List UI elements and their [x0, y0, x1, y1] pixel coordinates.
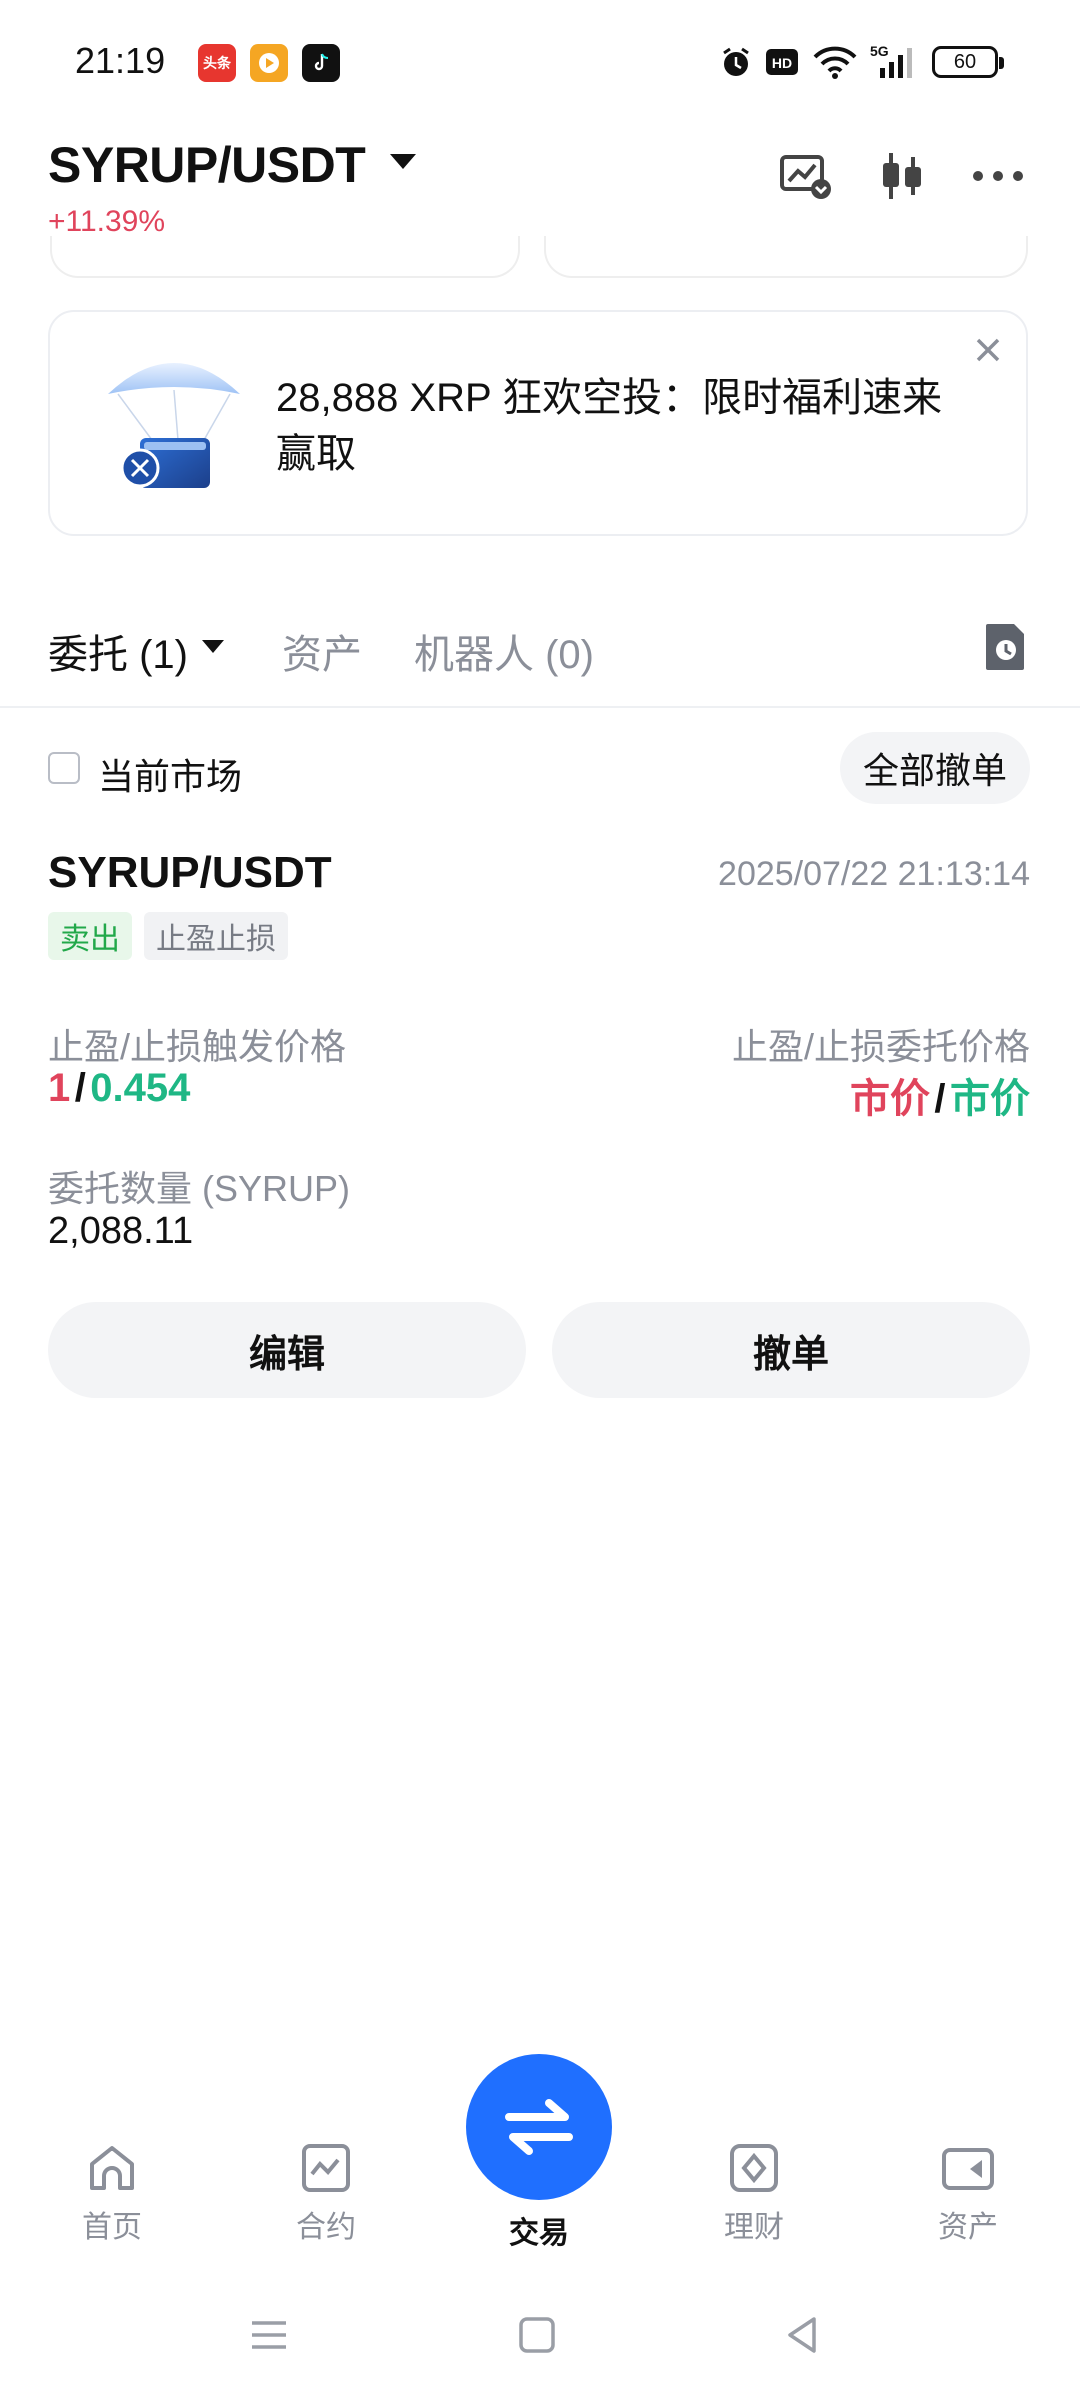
tiktok-app-icon: [302, 44, 340, 82]
trigger-sl-value: 0.454: [90, 1066, 191, 1110]
trigger-price-value: 1 / 0.454: [48, 1066, 190, 1111]
price-change: +11.39%: [48, 205, 166, 238]
swap-icon: [505, 2099, 573, 2155]
cancel-order-button[interactable]: 撤单: [552, 1302, 1030, 1398]
toutiao-app-icon: 头条: [198, 44, 236, 82]
airdrop-parachute-icon: [104, 350, 254, 500]
tab-bots[interactable]: 机器人 (0): [414, 622, 594, 680]
home-square-icon[interactable]: [512, 2310, 562, 2360]
order-history-icon[interactable]: [984, 622, 1028, 672]
candlestick-icon[interactable]: [872, 146, 932, 206]
edit-button[interactable]: 编辑: [48, 1302, 526, 1398]
nav-home[interactable]: 首页: [52, 2142, 172, 2246]
wallet-icon: [942, 2142, 994, 2194]
current-market-label[interactable]: 当前市场: [98, 748, 242, 800]
nav-trade-label[interactable]: 交易: [466, 2208, 612, 2252]
more-icon[interactable]: [968, 146, 1028, 206]
toutiao-label: 头条: [203, 55, 231, 71]
trigger-separator: /: [74, 1066, 86, 1110]
nav-futures-label: 合约: [296, 2211, 356, 2244]
hd-icon: HD: [764, 42, 800, 82]
wifi-icon: [812, 42, 858, 82]
trigger-tp-value: 1: [48, 1066, 71, 1110]
order-separator: /: [934, 1077, 946, 1121]
status-time: 21:19: [75, 40, 166, 81]
order-time: 2025/07/22 21:13:14: [718, 855, 1030, 893]
promo-text: 28,888 XRP 狂欢空投：限时福利速来赢取: [276, 376, 943, 476]
nav-home-label: 首页: [82, 2211, 142, 2244]
current-market-checkbox[interactable]: [48, 752, 80, 784]
order-price-label: 止盈/止损委托价格: [731, 1026, 1030, 1067]
trigger-price-label: 止盈/止损触发价格: [48, 1026, 347, 1067]
side-tag: 卖出: [48, 912, 132, 960]
nav-assets-label: 资产: [938, 2211, 998, 2244]
pair-title[interactable]: SYRUP/USDT: [48, 136, 366, 194]
back-icon[interactable]: [778, 2310, 828, 2360]
order-price-value: 市价 / 市价: [850, 1066, 1030, 1124]
nav-futures[interactable]: 合约: [266, 2142, 386, 2246]
svg-text:5G: 5G: [870, 43, 889, 59]
nav-trade-button[interactable]: [466, 2054, 612, 2200]
futures-icon: [300, 2142, 352, 2194]
chevron-down-icon[interactable]: [202, 640, 224, 653]
pair-dropdown-icon[interactable]: [390, 154, 416, 169]
cancel-all-button[interactable]: 全部撤单: [840, 732, 1030, 804]
signal-5g-icon: 5G: [870, 42, 922, 82]
video-app-icon: [250, 44, 288, 82]
order-sl-value: 市价: [950, 1077, 1030, 1121]
nav-earn-label: 理财: [724, 2211, 784, 2244]
alarm-icon: [716, 42, 756, 82]
order-tp-value: 市价: [849, 1077, 930, 1121]
close-icon[interactable]: [968, 330, 1008, 370]
scrolled-card-right: [544, 236, 1028, 278]
svg-text:HD: HD: [772, 55, 792, 71]
scrolled-card-left: [50, 236, 520, 278]
home-icon: [86, 2142, 138, 2194]
order-pair: SYRUP/USDT: [48, 848, 332, 897]
earn-icon: [728, 2142, 780, 2194]
menu-icon[interactable]: [244, 2310, 294, 2360]
battery-icon: 60: [932, 46, 1004, 78]
nav-earn[interactable]: 理财: [694, 2142, 814, 2246]
tab-assets[interactable]: 资产: [282, 622, 362, 680]
amount-value: 2,088.11: [48, 1210, 194, 1252]
chart-compare-icon[interactable]: [776, 146, 836, 206]
nav-assets[interactable]: 资产: [908, 2142, 1028, 2246]
order-type-tag: 止盈止损: [144, 912, 288, 960]
amount-label: 委托数量 (SYRUP): [48, 1168, 351, 1209]
tab-orders[interactable]: 委托 (1): [48, 622, 188, 680]
battery-level: 60: [953, 50, 977, 73]
tabs-divider: [0, 706, 1080, 708]
